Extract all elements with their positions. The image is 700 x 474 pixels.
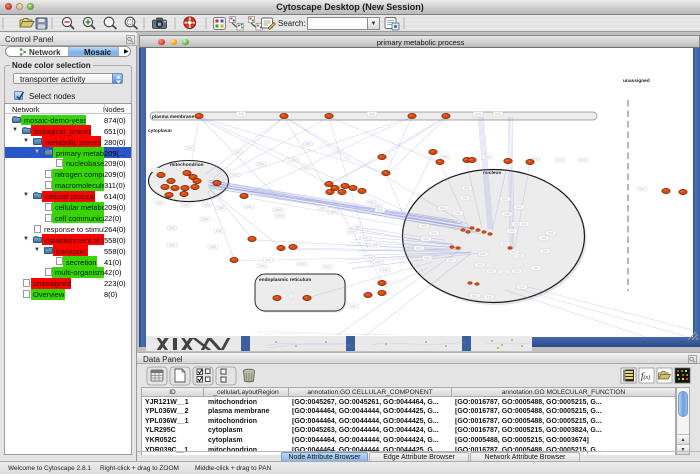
svg-text:plasma membrane: plasma membrane	[152, 114, 194, 120]
svg-text:unassigned: unassigned	[623, 78, 650, 84]
svg-text:cytoplasm: cytoplasm	[148, 128, 172, 134]
svg-text:Search:: Search:	[278, 19, 306, 28]
svg-text:endoplasmic reticulum: endoplasmic reticulum	[259, 277, 311, 283]
